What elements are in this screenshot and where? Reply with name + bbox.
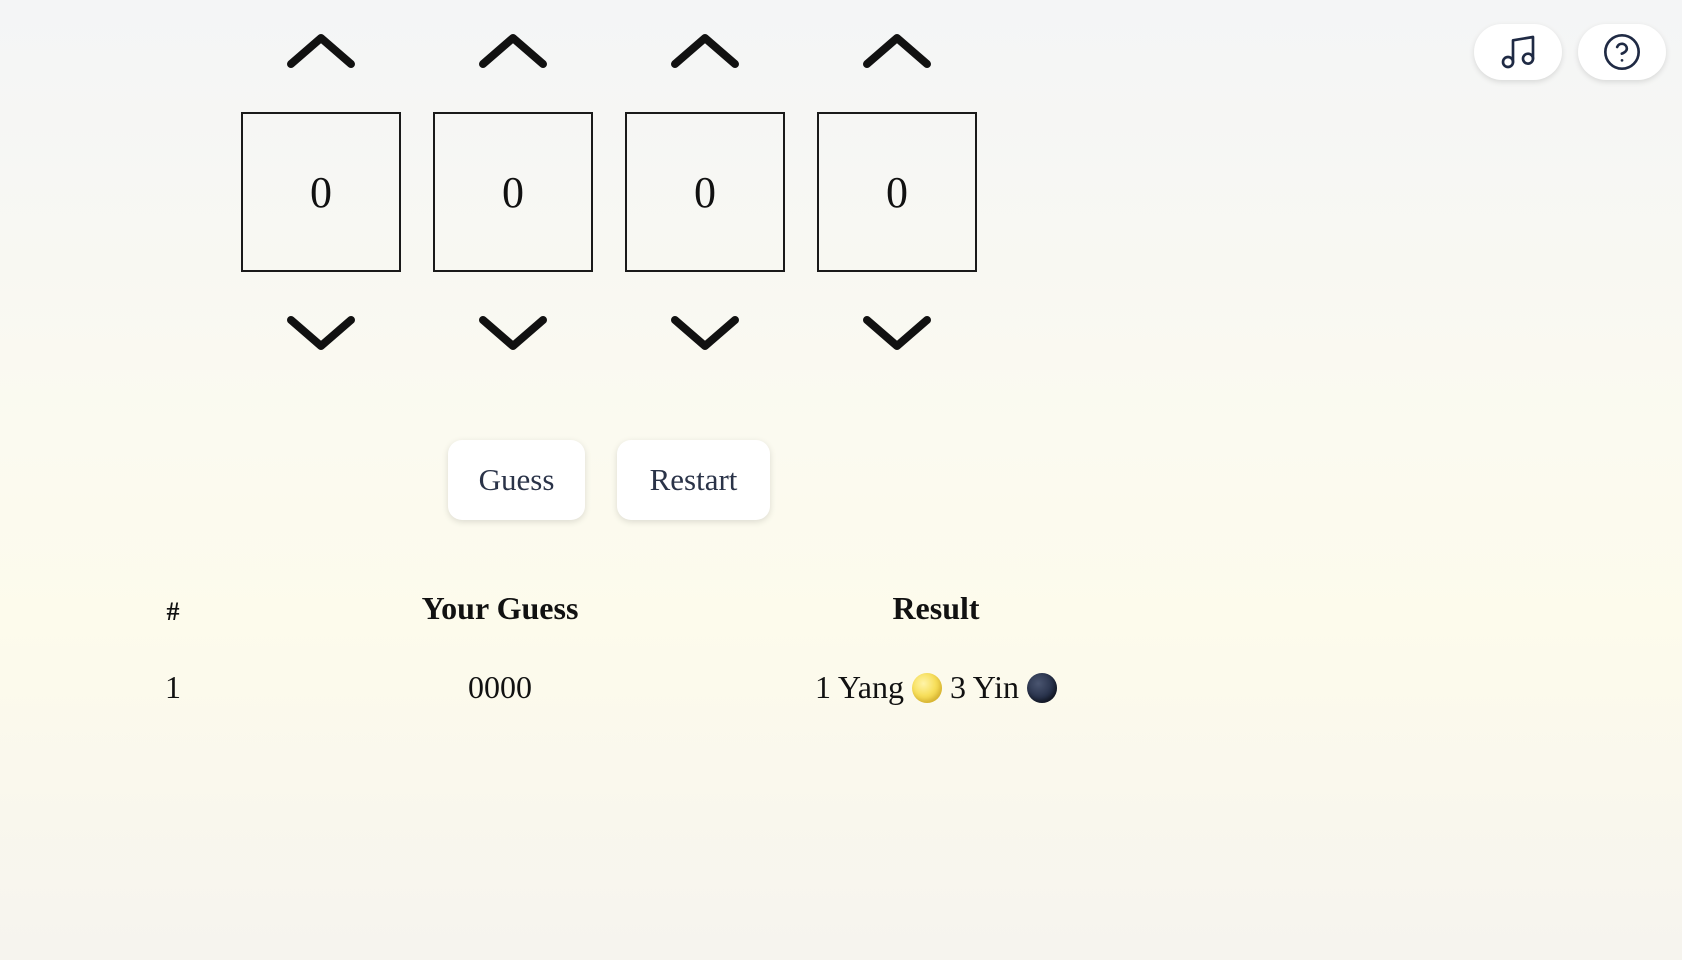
table-header-number: #	[166, 597, 180, 626]
yang-count-text: 1 Yang	[815, 669, 904, 705]
new-moon-icon	[1026, 672, 1057, 703]
digit-display-3: 0	[625, 112, 785, 272]
increment-digit-1-button[interactable]	[241, 26, 401, 76]
chevron-down-icon	[863, 316, 931, 350]
digit-display-4: 0	[817, 112, 977, 272]
table-row-number: 1	[165, 669, 181, 705]
question-circle-icon	[1604, 34, 1640, 70]
digit-display-1: 0	[241, 112, 401, 272]
increment-digit-4-button[interactable]	[817, 26, 977, 76]
digit-column-4: 0	[817, 26, 977, 358]
chevron-up-icon	[479, 34, 547, 68]
yin-count-text: 3 Yin	[949, 669, 1019, 705]
table-header-guess: Your Guess	[421, 590, 579, 626]
decrement-digit-1-button[interactable]	[241, 308, 401, 358]
decrement-digit-2-button[interactable]	[433, 308, 593, 358]
full-moon-icon	[911, 672, 942, 703]
table-row-result: 1 Yang 3 Yin	[815, 669, 1057, 706]
digit-column-3: 0	[625, 26, 785, 358]
restart-button[interactable]: Restart	[617, 440, 770, 520]
digit-column-1: 0	[241, 26, 401, 358]
chevron-up-icon	[671, 34, 739, 68]
chevron-down-icon	[479, 316, 547, 350]
increment-digit-3-button[interactable]	[625, 26, 785, 76]
increment-digit-2-button[interactable]	[433, 26, 593, 76]
decrement-digit-4-button[interactable]	[817, 308, 977, 358]
guess-button[interactable]: Guess	[448, 440, 585, 520]
table-row-guess: 0000	[468, 669, 532, 705]
chevron-down-icon	[287, 316, 355, 350]
digit-display-2: 0	[433, 112, 593, 272]
digit-column-2: 0	[433, 26, 593, 358]
music-toggle-button[interactable]	[1474, 24, 1562, 80]
chevron-up-icon	[863, 34, 931, 68]
table-header-result: Result	[892, 590, 980, 626]
chevron-up-icon	[287, 34, 355, 68]
music-note-icon	[1501, 35, 1535, 69]
decrement-digit-3-button[interactable]	[625, 308, 785, 358]
help-button[interactable]	[1578, 24, 1666, 80]
chevron-down-icon	[671, 316, 739, 350]
